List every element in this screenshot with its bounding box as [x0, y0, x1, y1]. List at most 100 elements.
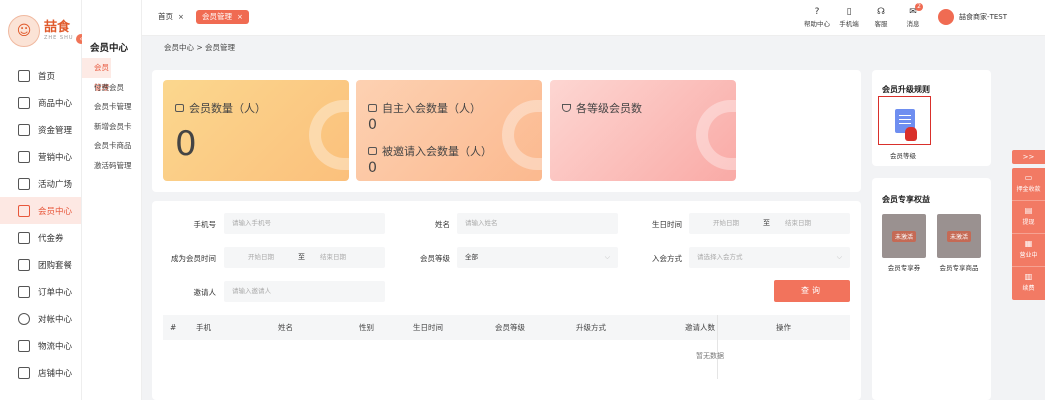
perk-coupon-card[interactable]: 未激活 [882, 214, 926, 258]
nav-item-marketing[interactable]: 营销中心 [0, 143, 81, 170]
nav-item-shop[interactable]: 店铺中心 [0, 359, 81, 386]
level-count-card: 各等级会员数 [550, 80, 736, 181]
start-date-placeholder: 开始日期 [713, 219, 739, 227]
logo[interactable]: ☺ 喆食 ZHE SHU [0, 0, 81, 62]
upgrade-rules-panel: 会员升级规则 会员等级 [872, 70, 991, 166]
sub-item-new-card[interactable]: 新增会员卡 [82, 117, 141, 137]
top-icon-label: 手机端 [839, 20, 859, 28]
start-date-placeholder: 开始日期 [248, 253, 274, 261]
messages-button[interactable]: ✉ 2 消息 [898, 3, 928, 28]
customer-service-button[interactable]: ☊ 客服 [866, 6, 896, 28]
nav-item-products[interactable]: 商品中心 [0, 89, 81, 116]
join-time-range-input[interactable]: 开始日期 至 结束日期 [224, 247, 385, 268]
phone-input[interactable]: 请输入手机号 [224, 213, 385, 234]
avatar [938, 9, 955, 25]
column-header: 会员等级 [495, 323, 525, 332]
mobile-button[interactable]: ▯ 手机端 [834, 6, 864, 28]
sub-item-member-manage[interactable]: 会员管理 [82, 58, 111, 92]
headset-icon: ☊ [877, 7, 886, 17]
member-count-value: 0 [175, 124, 197, 164]
sub-item-card-products[interactable]: 会员卡商品 [82, 136, 141, 156]
nav-item-label: 店铺中心 [38, 368, 73, 379]
card-decoration [309, 100, 349, 170]
member-count-label: 会员数量（人） [175, 100, 266, 116]
renew-button[interactable]: ▥ 续费 [1012, 267, 1045, 300]
upgrade-rules-title: 会员升级规则 [882, 85, 930, 94]
nav-item-label: 商品中心 [38, 98, 73, 109]
sub-item-paid-members[interactable]: 付费会员 [82, 78, 141, 98]
tab-member-manage[interactable]: 会员管理 × [196, 10, 249, 24]
cart-icon [18, 96, 30, 109]
mobile-icon: ▯ [846, 7, 852, 17]
self-join-label: 自主入会数量（人） [368, 100, 481, 116]
help-center-button[interactable]: ? 帮助中心 [802, 6, 832, 28]
invite-icon [368, 147, 377, 155]
inviter-label: 邀请人 [193, 288, 217, 297]
perk-product-card[interactable]: 未激活 [937, 214, 981, 258]
eye-icon [368, 104, 377, 112]
join-method-select[interactable]: 请选择入会方式 ⌵ [689, 247, 850, 268]
column-header: 姓名 [278, 323, 293, 332]
inviter-input[interactable]: 请输入邀请人 [224, 281, 385, 302]
sub-item-activation-codes[interactable]: 激活码管理 [82, 156, 141, 176]
birthday-range-input[interactable]: 开始日期 至 结束日期 [689, 213, 850, 234]
nav-item-orders[interactable]: 订单中心 [0, 278, 81, 305]
nav-item-reconcile[interactable]: 对帐中心 [0, 305, 81, 332]
nav-item-label: 首页 [38, 71, 56, 82]
message-icon: ✉ [909, 7, 917, 17]
withdraw-button[interactable]: ▤ 提现 [1012, 201, 1045, 234]
diamond-icon [562, 104, 571, 112]
member-perks-panel: 会员专享权益 未激活 会员专享券 未激活 会员专享商品 [872, 178, 991, 400]
nav-item-label: 活动广场 [38, 179, 73, 190]
nav-item-label: 订单中心 [38, 287, 73, 298]
chevron-down-icon: ⌵ [836, 253, 842, 261]
nav-item-group-buy[interactable]: 团购套餐 [0, 251, 81, 278]
nav-item-funds[interactable]: 资金管理 [0, 116, 81, 143]
user-menu[interactable]: 喆食商家-TEST [938, 9, 1007, 25]
member-perks-title: 会员专享权益 [882, 195, 930, 204]
nav-item-home[interactable]: 首页 [0, 62, 81, 89]
card-icon [175, 104, 184, 112]
nav-item-activities[interactable]: 活动广场 [0, 170, 81, 197]
business-status-button[interactable]: ▦ 营业中 [1012, 234, 1045, 267]
user-name: 喆食商家-TEST [959, 13, 1007, 21]
tool-label: 提现 [1022, 219, 1035, 226]
nav-item-label: 资金管理 [38, 125, 73, 136]
nav-item-logistics[interactable]: 物流中心 [0, 332, 81, 359]
sub-sidebar-title: 会员中心 [90, 43, 129, 54]
bag-icon [18, 258, 30, 271]
sub-sidebar: 会员中心 会员管理 付费会员 会员卡管理 新增会员卡 会员卡商品 激活码管理 [82, 0, 142, 400]
nav-item-label: 会员中心 [38, 206, 73, 217]
member-level-button[interactable] [878, 96, 931, 145]
order-icon [18, 285, 30, 298]
deposit-button[interactable]: ▭ 押金收款 [1012, 168, 1045, 201]
birthday-label: 生日时间 [652, 220, 682, 229]
help-icon: ? [814, 7, 820, 17]
tab-home[interactable]: 首页 × [152, 10, 190, 24]
package-icon [18, 339, 30, 352]
nav-item-label: 物流中心 [38, 341, 73, 352]
column-divider [717, 315, 718, 379]
query-button[interactable]: 查询 [774, 280, 850, 302]
nav-item-label: 团购套餐 [38, 260, 73, 271]
close-icon[interactable]: × [178, 13, 184, 21]
toolbar-toggle-button[interactable]: >> [1012, 150, 1045, 164]
column-header: 操作 [776, 323, 791, 332]
nav-item-vouchers[interactable]: 代金券 [0, 224, 81, 251]
member-card-icon [18, 204, 30, 217]
name-input[interactable]: 请输入姓名 [457, 213, 618, 234]
top-icon-label: 客服 [874, 20, 888, 28]
nav-item-label: 代金券 [38, 233, 64, 244]
range-separator: 至 [298, 253, 305, 261]
column-header: 生日时间 [413, 323, 443, 332]
shop-icon [18, 366, 30, 379]
breadcrumb: 会员中心 > 会员管理 [164, 43, 236, 52]
tool-label: 续费 [1022, 285, 1035, 292]
sub-item-card-manage[interactable]: 会员卡管理 [82, 97, 141, 117]
level-select[interactable]: 全部 ⌵ [457, 247, 618, 268]
card-decoration [502, 100, 542, 170]
member-count-card: 会员数量（人） 0 [163, 80, 349, 181]
close-icon[interactable]: × [237, 13, 243, 21]
logo-mascot-icon: ☺ [8, 15, 40, 47]
nav-item-members[interactable]: 会员中心 [0, 197, 81, 224]
